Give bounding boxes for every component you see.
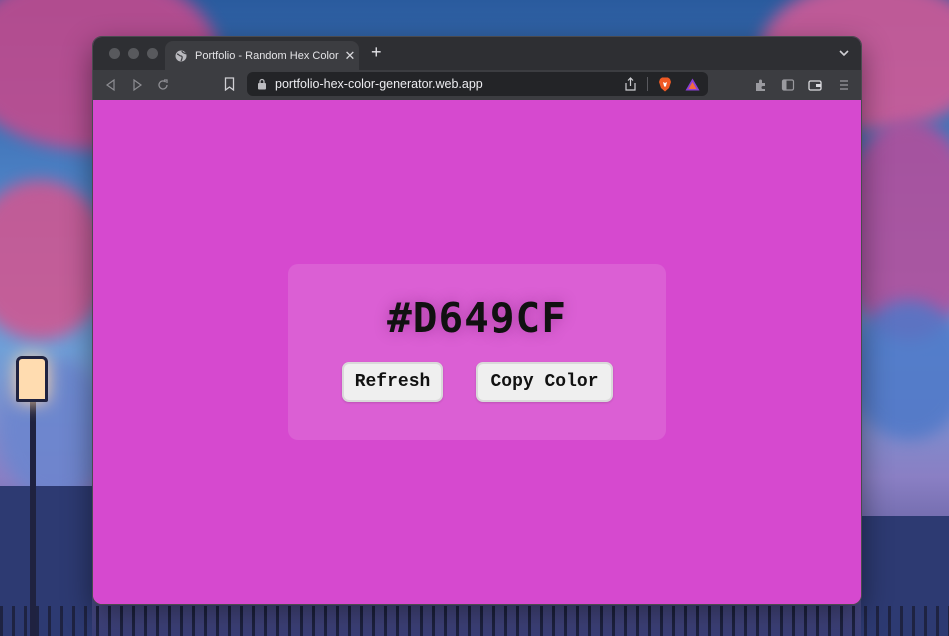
extensions-icon[interactable] — [754, 78, 768, 92]
browser-window: Portfolio - Random Hex Color Generator ✕… — [92, 36, 862, 605]
wallpaper-lamp-post — [30, 380, 36, 636]
copy-color-button[interactable]: Copy Color — [476, 362, 613, 402]
menu-icon[interactable] — [837, 78, 851, 92]
color-card: #D649CF Refresh Copy Color — [288, 264, 666, 440]
browser-tab[interactable]: Portfolio - Random Hex Color Generator ✕ — [165, 41, 359, 70]
new-tab-button[interactable]: + — [371, 42, 382, 63]
forward-icon[interactable] — [130, 78, 144, 92]
browser-toolbar: portfolio-hex-color-generator.web.app — [93, 70, 861, 100]
urlbar-divider — [647, 77, 648, 91]
hex-color-display: #D649CF — [387, 294, 567, 342]
back-icon[interactable] — [104, 78, 118, 92]
globe-icon — [175, 50, 187, 61]
wallpaper-railing — [0, 606, 949, 636]
reload-icon[interactable] — [156, 78, 170, 92]
wallpaper-cloud — [849, 300, 949, 440]
page-content: #D649CF Refresh Copy Color — [93, 100, 861, 604]
window-controls — [109, 48, 158, 59]
refresh-button[interactable]: Refresh — [342, 362, 443, 402]
tab-bar: Portfolio - Random Hex Color Generator ✕… — [93, 37, 861, 70]
bookmark-icon[interactable] — [224, 77, 235, 91]
share-icon[interactable] — [624, 77, 637, 91]
minimize-window-button[interactable] — [128, 48, 139, 59]
brave-shields-icon[interactable] — [658, 77, 672, 92]
brave-rewards-icon[interactable] — [685, 78, 700, 91]
lock-icon — [258, 78, 266, 90]
wallet-icon[interactable] — [808, 78, 822, 92]
wallpaper-lamp — [16, 356, 48, 402]
chevron-down-icon[interactable] — [837, 46, 851, 60]
maximize-window-button[interactable] — [147, 48, 158, 59]
tab-title: Portfolio - Random Hex Color Generator — [195, 49, 341, 62]
sidebar-icon[interactable] — [781, 78, 795, 92]
close-window-button[interactable] — [109, 48, 120, 59]
close-tab-icon[interactable]: ✕ — [341, 48, 359, 64]
address-bar[interactable]: portfolio-hex-color-generator.web.app — [247, 72, 708, 96]
url-text[interactable]: portfolio-hex-color-generator.web.app — [275, 77, 624, 91]
